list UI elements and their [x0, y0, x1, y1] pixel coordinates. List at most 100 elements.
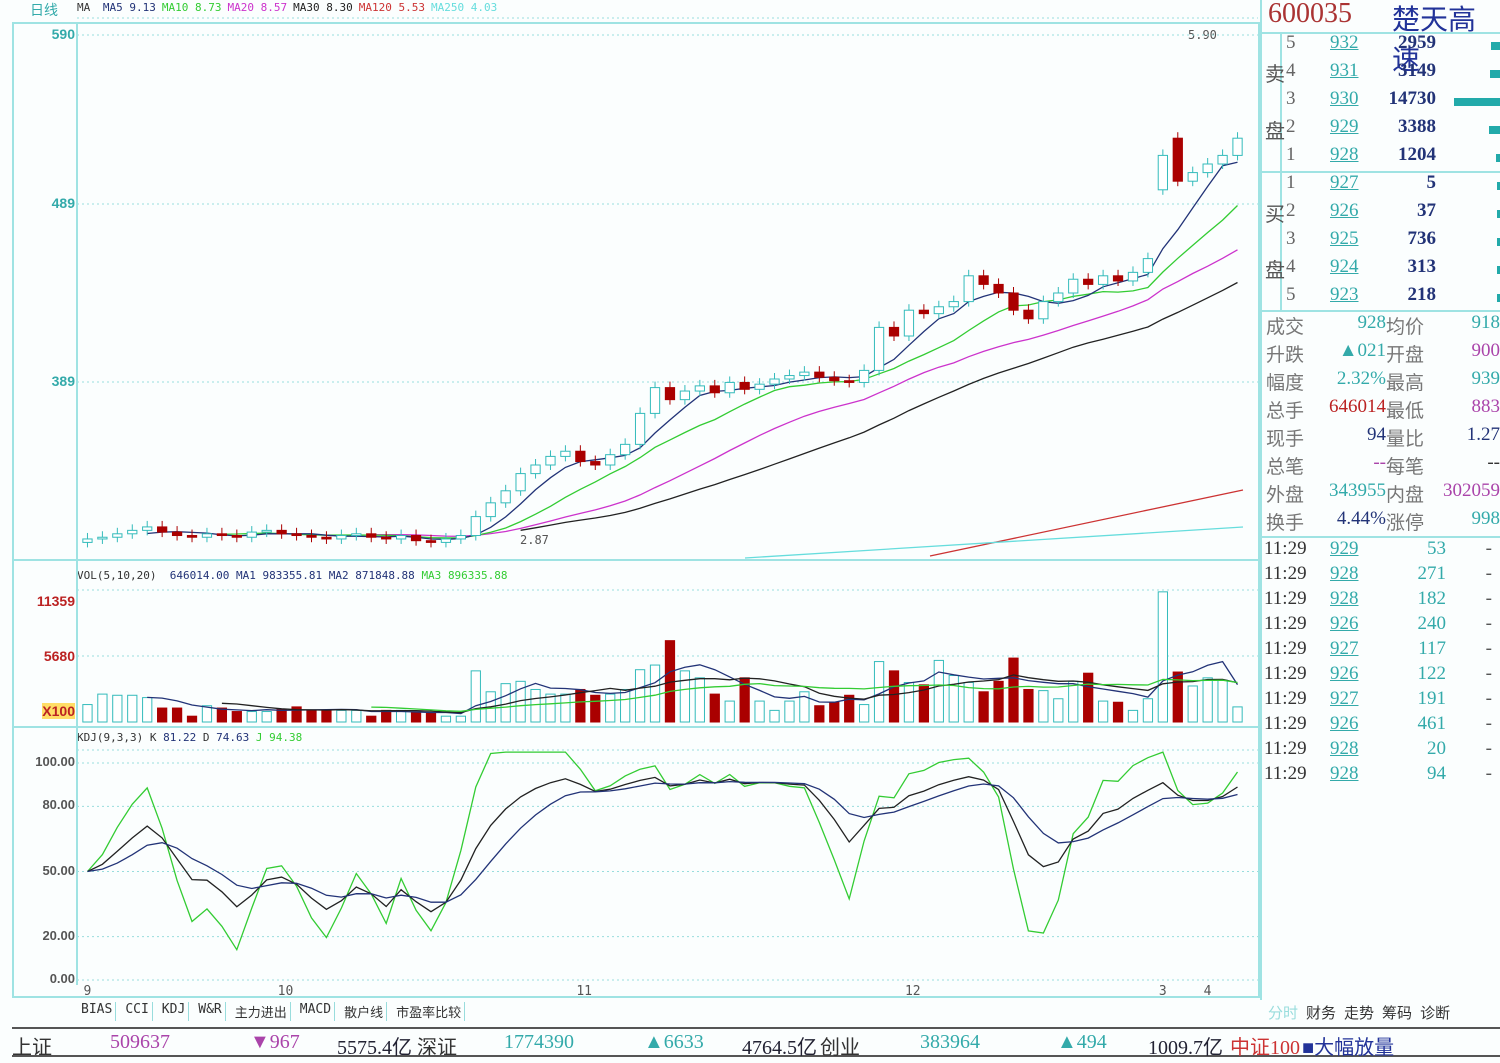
- volume: 5: [1426, 172, 1437, 193]
- price[interactable]: 927: [1330, 172, 1359, 194]
- level: 5: [1286, 284, 1296, 305]
- level: 4: [1286, 60, 1296, 81]
- sell-row[interactable]: 5 932 2959: [1262, 32, 1500, 60]
- sell-row[interactable]: 2 929 3388: [1262, 116, 1500, 144]
- indicator-tab[interactable]: KDJ: [159, 1002, 190, 1021]
- tick-price: 926: [1330, 713, 1359, 734]
- tick-row: 11:29 927 191 -: [1262, 688, 1500, 716]
- sell-row[interactable]: 3 930 14730: [1262, 88, 1500, 116]
- candle: [1083, 278, 1094, 285]
- tick-price: 926: [1330, 663, 1359, 684]
- price[interactable]: 931: [1330, 60, 1359, 82]
- price[interactable]: 929: [1330, 116, 1359, 138]
- volume-bar: [1454, 98, 1500, 106]
- candle: [381, 536, 392, 540]
- volume-bar: [709, 693, 720, 723]
- tick-volume: 117: [1418, 638, 1446, 659]
- stat-value: 1.27: [1466, 424, 1500, 445]
- price[interactable]: 924: [1330, 256, 1359, 278]
- indicator-tab[interactable]: W&R: [195, 1002, 226, 1021]
- indicator-tab[interactable]: MACD: [297, 1002, 336, 1021]
- kdj-k-line: [87, 776, 1238, 913]
- stat-value: 928: [1357, 312, 1387, 333]
- stat-label: 现手: [1266, 429, 1305, 450]
- cy-label[interactable]: 创业: [820, 1031, 860, 1060]
- volume-bar: [754, 700, 765, 723]
- volume-bar: [1202, 677, 1213, 723]
- zz100-label[interactable]: 中证100: [1230, 1031, 1300, 1060]
- tick-time: 11:29: [1264, 563, 1307, 584]
- level: 1: [1286, 172, 1296, 193]
- candle: [649, 387, 661, 414]
- right-tab[interactable]: 筹码: [1382, 1002, 1412, 1023]
- stat-label: 涨停: [1386, 513, 1425, 534]
- indicator-tab[interactable]: 主力进出: [232, 1002, 291, 1021]
- tick-row: 11:29 928 94 -: [1262, 763, 1500, 791]
- stat-label: 量比: [1386, 429, 1425, 450]
- candle: [336, 535, 347, 540]
- sell-row[interactable]: 4 931 3149: [1262, 60, 1500, 88]
- tick-time: 11:29: [1264, 663, 1307, 684]
- candle: [515, 473, 526, 492]
- sz-label[interactable]: 深证: [417, 1031, 457, 1060]
- candle: [321, 536, 332, 540]
- price[interactable]: 930: [1330, 88, 1359, 110]
- volume-bar: [351, 709, 362, 723]
- volume-bar: [246, 711, 257, 723]
- kdj-d-line: [87, 780, 1238, 903]
- right-tab[interactable]: 分时: [1268, 1002, 1298, 1023]
- quote-stat-row: 升跌 ▲021 开盘 900: [1262, 340, 1500, 368]
- right-tab[interactable]: 财务: [1306, 1002, 1336, 1023]
- candle: [634, 412, 646, 445]
- buy-row[interactable]: 1 927 5: [1262, 172, 1500, 200]
- tick-volume: 182: [1417, 588, 1447, 609]
- volume: 3388: [1398, 116, 1436, 137]
- candle: [171, 531, 183, 537]
- tick-price: 927: [1330, 638, 1359, 659]
- tick-volume: 53: [1427, 538, 1446, 559]
- volume-bar: [694, 677, 705, 723]
- right-tab[interactable]: 诊断: [1420, 1002, 1450, 1023]
- candle: [201, 533, 213, 538]
- candle: [186, 535, 198, 538]
- stat-label: 均价: [1386, 317, 1425, 338]
- right-tabs: 分时 财务 走势 筹码 诊断: [1268, 1002, 1450, 1023]
- indicator-tab[interactable]: CCI: [122, 1002, 153, 1021]
- indicator-tab[interactable]: 散户线: [341, 1002, 388, 1021]
- candle: [724, 381, 735, 394]
- tick-row: 11:29 926 122 -: [1262, 663, 1500, 691]
- buy-row[interactable]: 4 924 313: [1262, 256, 1500, 284]
- price[interactable]: 928: [1330, 144, 1359, 166]
- buy-row[interactable]: 3 925 736: [1262, 228, 1500, 256]
- stock-chart[interactable]: [0, 0, 1260, 1000]
- volume-bar: [1157, 591, 1168, 723]
- stat-value: 939: [1471, 368, 1500, 389]
- sh-label[interactable]: 上证: [12, 1031, 52, 1060]
- volume-bar: [649, 664, 661, 723]
- volume-bar: [829, 701, 840, 723]
- candle: [82, 538, 93, 543]
- volume-bar: [127, 694, 138, 723]
- volume-bar: [142, 697, 153, 723]
- price[interactable]: 926: [1330, 200, 1359, 222]
- candle: [500, 490, 511, 504]
- price[interactable]: 932: [1330, 32, 1359, 54]
- stat-value: 94: [1367, 424, 1386, 445]
- level: 3: [1286, 88, 1296, 109]
- candle: [560, 450, 571, 457]
- buy-row[interactable]: 5 923 218: [1262, 284, 1500, 312]
- price[interactable]: 923: [1330, 284, 1359, 306]
- quote-stat-row: 现手 94 量比 1.27: [1262, 424, 1500, 452]
- tick-price: 929: [1330, 538, 1359, 559]
- tick-volume: 122: [1417, 663, 1447, 684]
- tick-row: 11:29 927 117 -: [1262, 638, 1500, 666]
- buy-row[interactable]: 2 926 37: [1262, 200, 1500, 228]
- indicator-tab[interactable]: 市盈率比较: [393, 1002, 466, 1021]
- sell-row[interactable]: 1 928 1204: [1262, 144, 1500, 172]
- sh-change: ▼967: [250, 1031, 300, 1053]
- stat-label: 开盘: [1386, 345, 1425, 366]
- volume-bar: [186, 715, 198, 723]
- indicator-tab[interactable]: BIAS: [78, 1002, 117, 1021]
- price[interactable]: 925: [1330, 228, 1359, 250]
- right-tab[interactable]: 走势: [1344, 1002, 1374, 1023]
